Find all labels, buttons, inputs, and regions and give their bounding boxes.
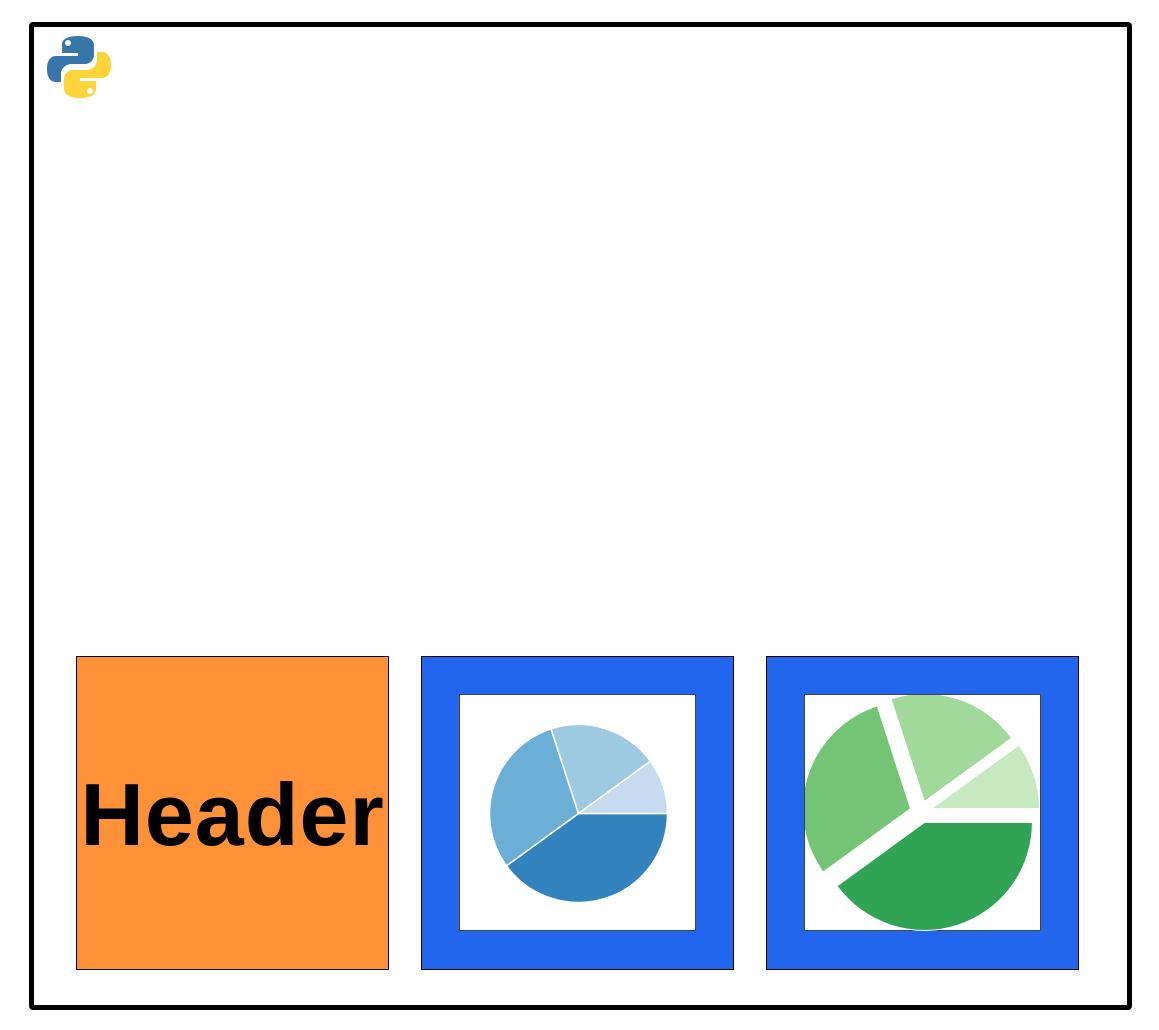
- pie-chart-blue: [488, 723, 669, 904]
- pie-tile-blue: [421, 656, 734, 970]
- pie-tile-green: [766, 656, 1079, 970]
- pie-chart-green: [805, 695, 1040, 931]
- header-label: Header: [80, 765, 385, 864]
- pie-chart-box-blue: [459, 694, 696, 931]
- pie-chart-box-green: [804, 694, 1041, 931]
- python-logo-icon: [47, 36, 111, 98]
- header-tile: Header: [76, 656, 389, 970]
